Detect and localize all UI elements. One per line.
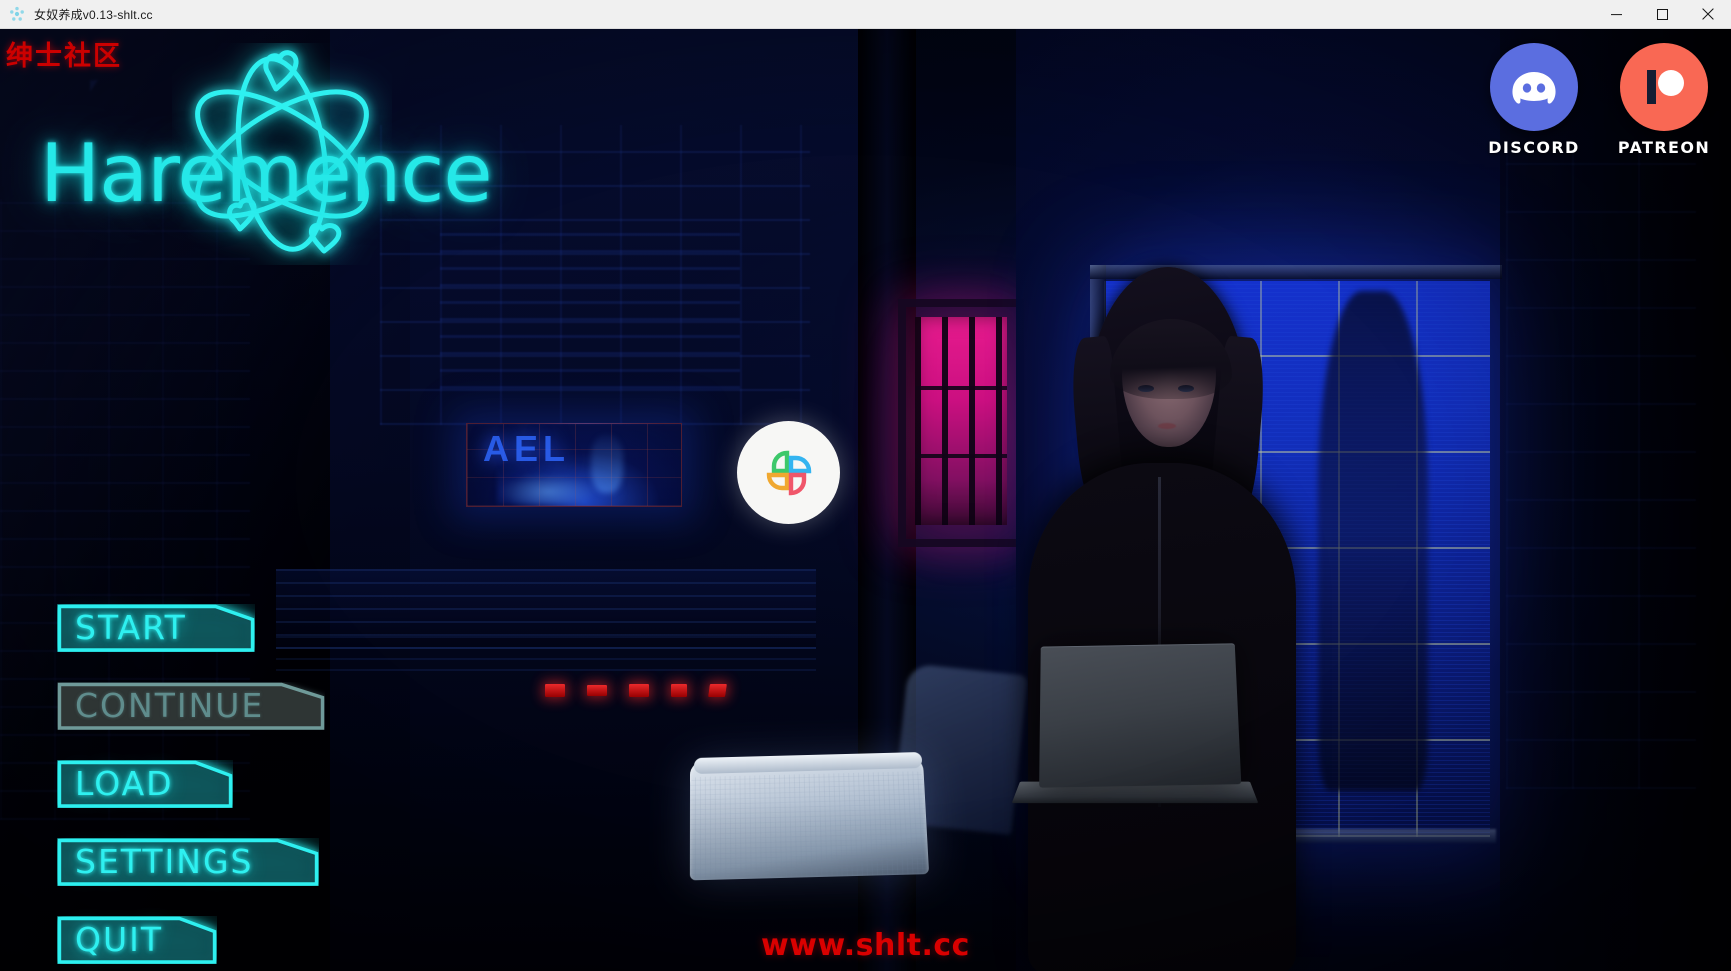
app-icon <box>9 6 25 22</box>
site-watermark: www.shlt.cc <box>761 928 970 963</box>
discord-badge <box>1490 43 1578 131</box>
title-bar: 女奴养成v0.13-shlt.cc <box>0 0 1731 29</box>
continue-button-label: CONTINUE <box>75 686 265 725</box>
social-links: DISCORD PATREON <box>1485 43 1713 157</box>
discord-icon <box>1512 72 1556 104</box>
settings-button-label: SETTINGS <box>75 842 254 881</box>
start-button-label: START <box>75 608 187 647</box>
game-logo: Haremence <box>40 43 510 265</box>
app-window: 女奴养成v0.13-shlt.cc AEL 绅士社区 Haremence STA… <box>0 0 1731 971</box>
minimize-button[interactable] <box>1593 0 1639 29</box>
window-controls <box>1593 0 1731 29</box>
four-petal-flower-icon <box>737 421 840 524</box>
start-button[interactable]: START <box>57 604 255 652</box>
main-menu: START CONTINUE LOAD SETTINGS QUIT <box>57 604 325 964</box>
patreon-badge <box>1620 43 1708 131</box>
patreon-label: PATREON <box>1617 138 1711 157</box>
continue-button[interactable]: CONTINUE <box>57 682 325 730</box>
logo-wordmark: Haremence <box>40 127 493 220</box>
load-button[interactable]: LOAD <box>57 760 233 808</box>
discord-label: DISCORD <box>1488 138 1580 157</box>
close-button[interactable] <box>1685 0 1731 29</box>
maximize-button[interactable] <box>1639 0 1685 29</box>
menu-overlay: 绅士社区 Haremence START CONTINUE LOAD SETTI… <box>0 29 1731 971</box>
patreon-link[interactable]: PATREON <box>1615 43 1713 157</box>
load-button-label: LOAD <box>75 764 174 803</box>
patreon-icon <box>1647 70 1684 104</box>
settings-button[interactable]: SETTINGS <box>57 838 319 886</box>
game-viewport: AEL 绅士社区 Haremence START CONTINUE LOAD S… <box>0 29 1731 971</box>
discord-link[interactable]: DISCORD <box>1485 43 1583 157</box>
window-title: 女奴养成v0.13-shlt.cc <box>34 7 153 22</box>
